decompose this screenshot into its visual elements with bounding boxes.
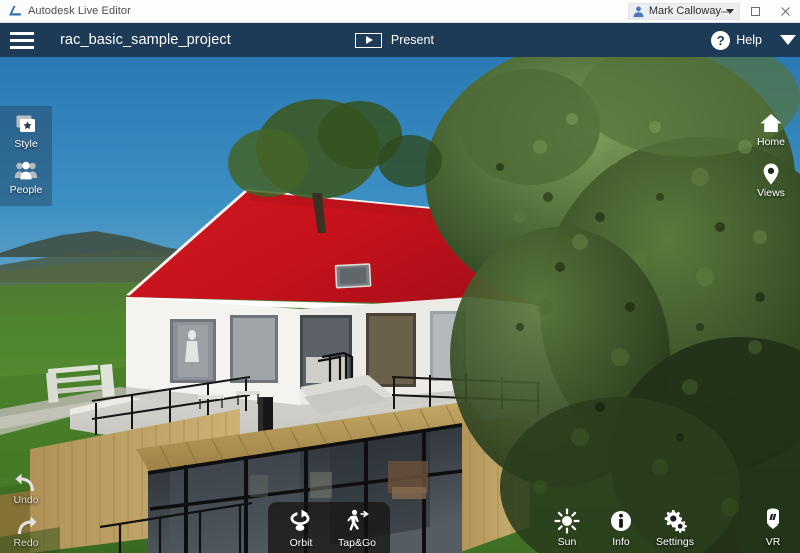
maximize-button[interactable]: [740, 0, 770, 23]
hamburger-menu-icon[interactable]: [0, 23, 44, 57]
sun-button[interactable]: Sun: [540, 508, 594, 548]
present-label: Present: [390, 33, 434, 47]
help-label: Help: [736, 33, 762, 47]
walking-person-icon: [347, 509, 369, 531]
orbit-icon: [290, 509, 310, 531]
redo-label: Redo: [13, 537, 39, 549]
scene-render: [0, 57, 800, 553]
people-group-icon: [14, 161, 38, 180]
gears-icon: [664, 510, 687, 533]
vr-label: VR: [765, 536, 781, 548]
close-button[interactable]: [770, 0, 800, 23]
views-label: Views: [757, 187, 785, 199]
right-tool-rail: Home Views: [748, 111, 794, 199]
window-controls: [710, 0, 800, 23]
autodesk-live-editor-window: Autodesk Live Editor Mark Calloway rac_b…: [0, 0, 800, 553]
home-button[interactable]: Home: [757, 111, 785, 148]
sidebar-item-people-label: People: [9, 184, 43, 196]
sidebar-item-style-label: Style: [14, 138, 38, 150]
sun-label: Sun: [557, 536, 577, 548]
play-icon: [354, 32, 382, 48]
autodesk-logo-icon: [8, 4, 22, 18]
question-mark-icon: ?: [711, 30, 731, 50]
sun-icon: [554, 508, 580, 534]
undo-label: Undo: [13, 494, 39, 506]
redo-button[interactable]: Redo: [13, 515, 39, 549]
redo-arrow-icon: [17, 516, 37, 534]
main-toolbar: rac_basic_sample_project Present ? Help: [0, 23, 800, 57]
bottom-tools-bar: Sun Info Settings VR: [540, 502, 800, 553]
navigation-mode-panel: Orbit Tap&Go: [268, 502, 390, 553]
info-label: Info: [612, 536, 630, 548]
toolbar-chevron-down-icon[interactable]: [780, 35, 796, 45]
app-title: Autodesk Live Editor: [28, 5, 131, 17]
window-title-bar: Autodesk Live Editor Mark Calloway: [0, 0, 800, 23]
info-circle-icon: [611, 511, 631, 531]
map-pin-icon: [763, 163, 779, 185]
style-star-card-icon: [16, 115, 35, 132]
minimize-button[interactable]: [710, 0, 740, 23]
user-avatar-icon: [633, 5, 644, 17]
left-tool-rail: Style People: [0, 106, 52, 206]
settings-button[interactable]: Settings: [648, 508, 702, 548]
orbit-label: Orbit: [289, 537, 313, 549]
project-name-label: rac_basic_sample_project: [60, 32, 231, 48]
3d-viewport[interactable]: Style People Home Views Undo Redo Orbit …: [0, 57, 800, 553]
home-label: Home: [756, 136, 785, 148]
help-button[interactable]: ? Help: [711, 30, 762, 50]
views-button[interactable]: Views: [757, 162, 785, 199]
orbit-button[interactable]: Orbit: [276, 507, 326, 549]
tapandgo-button[interactable]: Tap&Go: [332, 507, 382, 549]
settings-label: Settings: [656, 536, 694, 548]
sidebar-item-people[interactable]: People: [0, 160, 52, 196]
home-house-icon: [760, 114, 782, 132]
history-controls: Undo Redo: [0, 472, 52, 553]
vr-button[interactable]: VR: [746, 508, 800, 548]
sidebar-item-style[interactable]: Style: [0, 114, 52, 150]
tapandgo-label: Tap&Go: [338, 537, 376, 549]
undo-button[interactable]: Undo: [13, 472, 39, 506]
undo-arrow-icon: [15, 473, 34, 491]
info-button[interactable]: Info: [594, 508, 648, 548]
present-button[interactable]: Present: [351, 31, 438, 50]
vr-headset-icon: [767, 508, 779, 529]
